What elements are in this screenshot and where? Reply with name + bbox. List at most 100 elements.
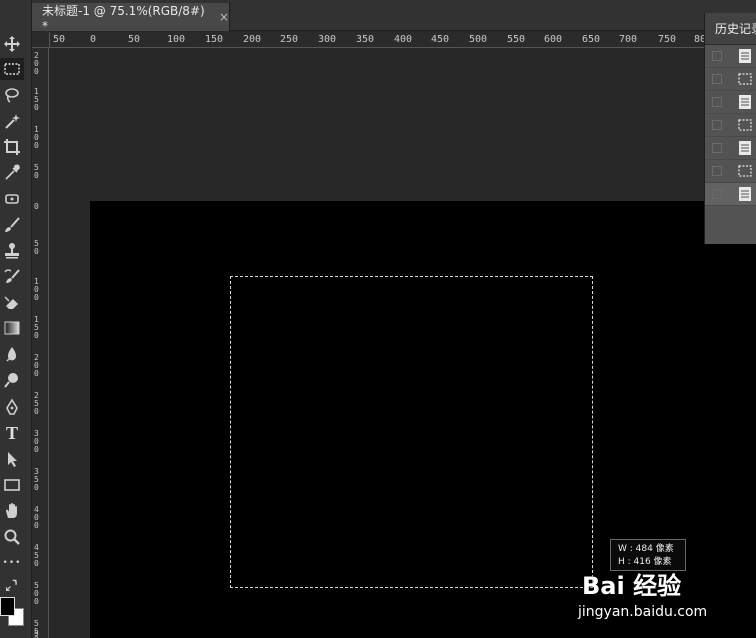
history-brush-icon — [4, 269, 20, 283]
history-panel-tab[interactable]: 历史记录 — [705, 13, 756, 45]
more-tools-button[interactable]: ••• — [0, 552, 24, 574]
selection-width-readout: W : 484 像素 — [618, 544, 674, 554]
move-tool[interactable] — [0, 33, 24, 55]
swap-colors-button[interactable] — [0, 578, 24, 592]
marquee-selection-icon — [738, 73, 752, 85]
more-tools-icon: ••• — [2, 558, 22, 568]
eraser-icon — [4, 296, 18, 309]
gradient-tool[interactable] — [0, 317, 24, 339]
document-icon — [739, 49, 751, 63]
history-state-row[interactable] — [705, 114, 756, 137]
history-brush-source-checkbox[interactable] — [712, 74, 722, 84]
ruler-h-tick-label: 300 — [318, 34, 337, 45]
history-brush-tool[interactable] — [0, 266, 24, 288]
brush-icon — [5, 217, 20, 232]
ruler-h-tick-label: 650 — [582, 34, 601, 45]
ruler-v-tick-label: 500 — [34, 581, 39, 606]
history-brush-source-checkbox[interactable] — [712, 97, 722, 107]
eyedropper-icon — [5, 164, 20, 180]
move-icon — [4, 36, 20, 52]
dodge-icon — [4, 373, 18, 388]
foreground-color-swatch[interactable] — [0, 597, 15, 616]
document-tab-bar: 未标题-1 @ 75.1%(RGB/8#) * × — [32, 0, 756, 33]
marquee-selection-icon — [738, 165, 752, 177]
document-tab-title: 未标题-1 @ 75.1%(RGB/8#) * — [42, 3, 205, 33]
rectangle-shape-tool[interactable] — [0, 474, 24, 496]
magic-wand-icon — [5, 114, 20, 129]
gradient-icon — [4, 321, 20, 335]
ruler-h-tick-label: 400 — [394, 34, 413, 45]
ruler-v-tick-label: 400 — [34, 505, 39, 530]
ruler-h-tick-label: 0 — [90, 34, 97, 45]
marquee-selection[interactable] — [230, 276, 593, 588]
ruler-v-tick-label: 200 — [34, 353, 39, 378]
history-brush-source-checkbox[interactable] — [712, 166, 722, 176]
ruler-h-tick-label: 100 — [167, 34, 186, 45]
ruler-h-tick-label: 500 — [469, 34, 488, 45]
clone-stamp-tool[interactable] — [0, 240, 24, 262]
ruler-h-tick-label: 350 — [356, 34, 375, 45]
ruler-h-tick-label: 550 — [507, 34, 526, 45]
history-brush-source-checkbox[interactable] — [712, 189, 722, 199]
ruler-v-tick-label: 250 — [34, 391, 39, 416]
rectangle-shape-icon — [4, 479, 20, 491]
ruler-h-tick-label: 150 — [205, 34, 224, 45]
ruler-h-tick-label: 700 — [619, 34, 638, 45]
ruler-h-tick-label: 50 — [128, 34, 141, 45]
watermark-url: jingyan.baidu.com — [578, 604, 708, 620]
hand-tool[interactable] — [0, 500, 24, 522]
crop-tool[interactable] — [0, 136, 24, 158]
horizontal-ruler[interactable]: 50 0 50 100 150 200 250 300 350 400 450 500 550 600 65… — [50, 32, 756, 48]
ruler-h-tick-label: 250 — [280, 34, 299, 45]
type-icon: T — [5, 422, 18, 443]
blur-tool[interactable] — [0, 343, 24, 365]
ruler-h-tick-label: 200 — [243, 34, 262, 45]
history-state-row[interactable] — [705, 68, 756, 91]
brush-tool[interactable] — [0, 214, 24, 236]
ruler-v-tick-label: 50 — [34, 239, 39, 256]
ruler-origin[interactable] — [32, 32, 50, 48]
history-state-row[interactable] — [705, 137, 756, 160]
ruler-v-tick-label: 200 — [34, 51, 39, 76]
pen-icon — [6, 398, 18, 415]
spot-healing-icon — [5, 194, 19, 204]
ruler-h-tick-label: 600 — [544, 34, 563, 45]
lasso-icon — [5, 88, 19, 103]
rectangular-marquee-icon — [4, 63, 20, 75]
hand-icon — [6, 503, 17, 518]
close-icon[interactable]: × — [219, 10, 229, 24]
history-brush-source-checkbox[interactable] — [712, 143, 722, 153]
ruler-v-tick-label: 350 — [34, 467, 39, 492]
document-icon — [739, 187, 751, 201]
history-state-row[interactable] — [705, 160, 756, 183]
ruler-v-tick-label: 50 — [34, 163, 39, 180]
document-icon — [739, 95, 751, 109]
history-brush-source-checkbox[interactable] — [712, 120, 722, 130]
magic-wand-tool[interactable] — [0, 110, 24, 132]
swap-colors-icon — [5, 579, 17, 592]
dodge-tool[interactable] — [0, 369, 24, 391]
history-state-row[interactable] — [705, 183, 756, 206]
lasso-tool[interactable] — [0, 84, 24, 106]
history-state-row[interactable] — [705, 91, 756, 114]
eraser-tool[interactable] — [0, 292, 24, 314]
ruler-v-tick-label: 0 — [34, 202, 39, 211]
ruler-v-tick-label: 100 — [34, 277, 39, 302]
spot-healing-tool[interactable] — [0, 188, 24, 210]
zoom-tool[interactable] — [0, 526, 24, 548]
eyedropper-tool[interactable] — [0, 162, 24, 184]
pen-tool[interactable] — [0, 396, 24, 418]
document-icon — [739, 141, 751, 155]
ruler-v-tick-label: 450 — [34, 543, 39, 568]
history-brush-source-checkbox[interactable] — [712, 51, 722, 61]
ruler-h-tick-label: 450 — [431, 34, 450, 45]
ruler-h-tick-label: 750 — [658, 34, 677, 45]
rectangular-marquee-tool[interactable] — [0, 58, 24, 80]
document-tab[interactable]: 未标题-1 @ 75.1%(RGB/8#) * × — [32, 3, 230, 33]
crop-icon — [4, 139, 20, 155]
history-state-row[interactable] — [705, 45, 756, 68]
type-tool[interactable]: T — [0, 422, 24, 444]
path-selection-tool[interactable] — [0, 448, 24, 470]
vertical-ruler[interactable]: 200 150 100 50 0 50 100 150 200 250 300 350 400 450 50… — [32, 48, 49, 638]
path-selection-icon — [8, 452, 17, 467]
